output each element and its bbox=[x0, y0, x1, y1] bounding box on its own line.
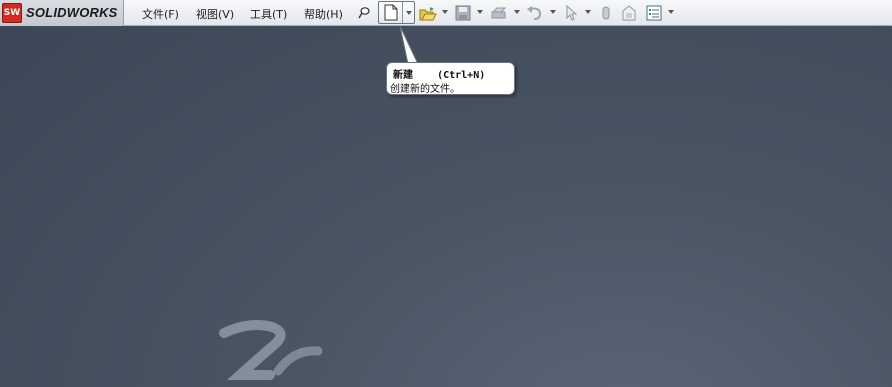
save-dropdown-arrow-icon[interactable] bbox=[477, 10, 483, 14]
new-document-tooltip: 新建 (Ctrl+N) 创建新的文件。 bbox=[386, 62, 515, 95]
undo-dropdown-arrow-icon[interactable] bbox=[550, 10, 556, 14]
tooltip-description: 创建新的文件。 bbox=[390, 84, 460, 95]
app-name: SOLIDWORKS bbox=[26, 5, 118, 20]
menu-view[interactable]: 视图(V) bbox=[196, 6, 234, 22]
options-dropdown-arrow-icon[interactable] bbox=[668, 10, 674, 14]
new-document-icon bbox=[383, 3, 399, 21]
tooltip-title: 新建 (Ctrl+N) bbox=[393, 70, 486, 81]
solidworks-logo-icon: SW bbox=[2, 3, 22, 23]
new-dropdown-arrow-icon[interactable] bbox=[406, 11, 412, 15]
open-folder-icon[interactable] bbox=[418, 4, 438, 22]
select-dropdown-arrow-icon[interactable] bbox=[585, 10, 591, 14]
menu-help[interactable]: 帮助(H) bbox=[304, 6, 343, 22]
pushpin-icon[interactable] bbox=[355, 4, 373, 22]
rebuild-icon[interactable] bbox=[598, 4, 614, 22]
undo-icon[interactable] bbox=[524, 4, 546, 22]
print-dropdown-arrow-icon[interactable] bbox=[514, 10, 520, 14]
select-icon[interactable] bbox=[563, 4, 579, 22]
tooltip-pointer bbox=[399, 26, 419, 65]
app-logo[interactable]: SW SOLIDWORKS bbox=[0, 0, 124, 26]
open-dropdown-arrow-icon[interactable] bbox=[442, 10, 448, 14]
print-icon[interactable] bbox=[488, 4, 510, 22]
background-logo-swoosh bbox=[219, 320, 323, 380]
options-icon[interactable] bbox=[644, 4, 664, 22]
file-properties-icon[interactable] bbox=[620, 4, 638, 22]
new-document-button[interactable] bbox=[378, 1, 415, 24]
menu-tools[interactable]: 工具(T) bbox=[250, 6, 287, 22]
save-icon[interactable] bbox=[453, 4, 473, 22]
menu-file[interactable]: 文件(F) bbox=[142, 6, 179, 22]
top-menu-bar: SW SOLIDWORKS 文件(F) 视图(V) 工具(T) 帮助(H) bbox=[0, 0, 892, 26]
